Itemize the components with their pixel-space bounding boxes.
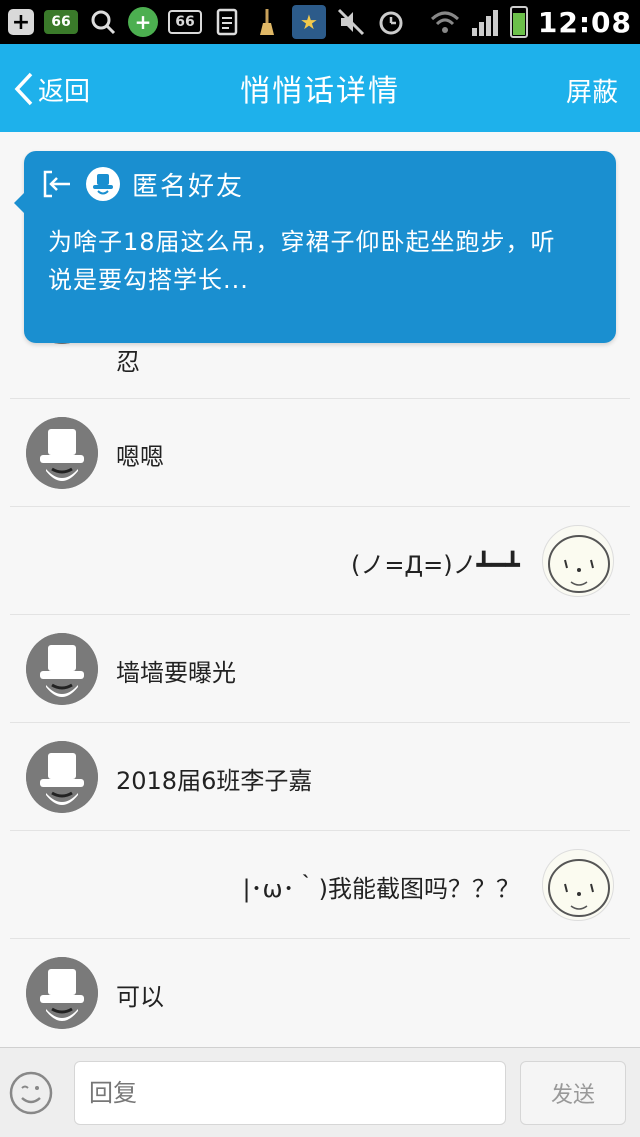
anonymous-avatar-icon bbox=[86, 167, 120, 201]
star-icon: ★ bbox=[292, 5, 326, 39]
reply-bar: 发送 bbox=[0, 1047, 640, 1137]
document-icon bbox=[212, 7, 242, 37]
list-item[interactable]: 嗯嗯 bbox=[10, 399, 630, 507]
avatar bbox=[26, 741, 98, 813]
card-message: 为啥子18届这么吊，穿裙子仰卧起坐跑步，听说是要勾搭学长... bbox=[48, 228, 556, 294]
list-item[interactable]: (ノ=Д=)ノ┻━┻ bbox=[10, 507, 630, 615]
list-item[interactable]: 可以 bbox=[10, 939, 630, 1047]
reply-input[interactable] bbox=[74, 1061, 506, 1125]
emoji-icon[interactable] bbox=[8, 1070, 54, 1116]
anonymous-hat-icon bbox=[26, 633, 98, 705]
anonymous-hat-icon bbox=[26, 741, 98, 813]
list-item[interactable]: |･ω･｀)我能截图吗？？？ bbox=[10, 831, 630, 939]
signal-icon bbox=[470, 7, 500, 37]
exit-arrow-icon[interactable] bbox=[42, 170, 74, 198]
message-text: 嗯嗯 bbox=[116, 443, 164, 471]
face-avatar bbox=[542, 849, 614, 921]
list-item[interactable]: 墙墙要曝光 bbox=[10, 615, 630, 723]
sixty-six-badge-icon: 66 bbox=[44, 10, 78, 34]
anonymous-hat-icon bbox=[26, 957, 98, 1029]
sender-name: 匿名好友 bbox=[132, 171, 245, 202]
page-title: 悄悄话详情 bbox=[240, 74, 400, 109]
smiley-face-icon bbox=[548, 535, 610, 593]
message-text: 可以 bbox=[116, 983, 164, 1011]
card-header: 匿名好友 bbox=[42, 165, 244, 203]
green-plus-icon: + bbox=[128, 7, 158, 37]
block-button[interactable]: 屏蔽 bbox=[566, 72, 618, 109]
smiley-face-icon bbox=[548, 859, 610, 917]
title-bar: 返回 悄悄话详情 屏蔽 bbox=[0, 44, 640, 132]
message-text: 墙墙要曝光 bbox=[116, 659, 236, 687]
avatar bbox=[26, 957, 98, 1029]
alarm-icon bbox=[376, 7, 406, 37]
message-text: 忍 bbox=[116, 348, 140, 376]
send-button[interactable]: 发送 bbox=[520, 1061, 626, 1125]
sixty-six-box-icon: 66 bbox=[168, 10, 202, 34]
anonymous-hat-icon bbox=[26, 417, 98, 489]
list-item[interactable]: 2018届6班李子嘉 bbox=[10, 723, 630, 831]
wifi-icon bbox=[430, 7, 460, 37]
clock: 12:08 bbox=[537, 5, 632, 39]
face-avatar bbox=[542, 525, 614, 597]
message-text: (ノ=Д=)ノ┻━┻ bbox=[350, 551, 520, 579]
status-bar: + 66 + 66 ★ 12:08 bbox=[0, 0, 640, 44]
avatar bbox=[26, 417, 98, 489]
message-text: 2018届6班李子嘉 bbox=[116, 767, 313, 795]
mute-icon bbox=[336, 7, 366, 37]
plus-icon: + bbox=[8, 9, 34, 35]
search-icon bbox=[88, 7, 118, 37]
avatar bbox=[26, 633, 98, 705]
anonymous-message-card[interactable]: 匿名好友 为啥子18届这么吊，穿裙子仰卧起坐跑步，听说是要勾搭学长... bbox=[14, 151, 616, 343]
broom-icon bbox=[252, 7, 282, 37]
message-text: |･ω･｀)我能截图吗？？？ bbox=[242, 875, 520, 903]
battery-icon bbox=[509, 6, 528, 38]
